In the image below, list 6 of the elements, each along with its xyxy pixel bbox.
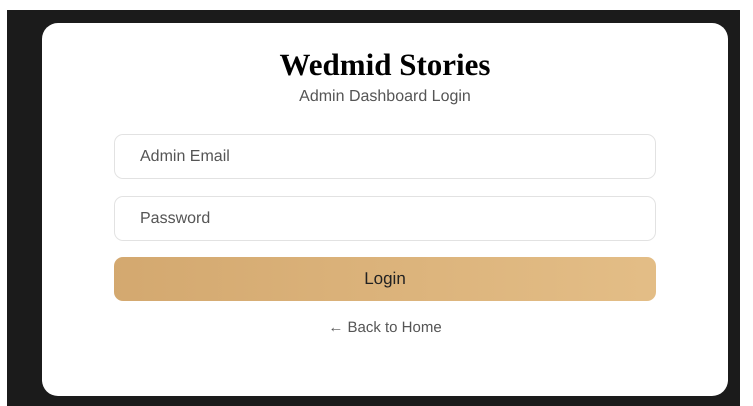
back-to-home-link[interactable]: ← Back to Home <box>328 317 442 340</box>
subtitle: Admin Dashboard Login <box>299 87 471 107</box>
login-button[interactable]: Login <box>114 257 656 301</box>
site-title: Wedmid Stories <box>280 46 490 84</box>
input-field[interactable]: Password <box>114 196 656 241</box>
input-field[interactable]: Admin Email <box>114 134 656 179</box>
